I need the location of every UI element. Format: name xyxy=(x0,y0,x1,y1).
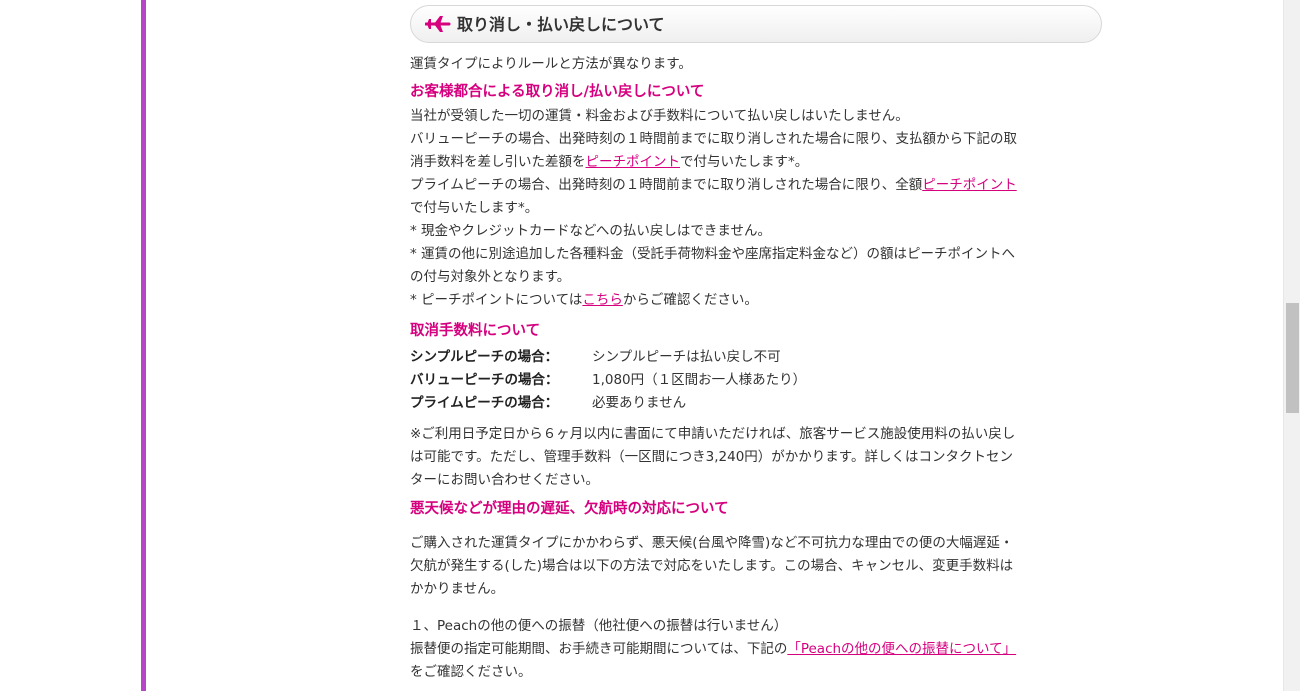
section-header: 取り消し・払い戻しについて xyxy=(410,5,1102,43)
main-content: 取り消し・払い戻しについて 運賃タイプによりルールと方法が異なります。 お客様都… xyxy=(410,0,1102,684)
fee-value: 必要ありません xyxy=(592,395,687,411)
fee-table: シンプルピーチの場合： シンプルピーチは払い戻し不可 バリューピーチの場合： 1… xyxy=(410,346,1102,415)
value-peach-text: 消手数料を差し引いた差額を xyxy=(410,154,586,170)
fee-label: バリューピーチの場合： xyxy=(410,372,559,388)
weather-para-line-3: かかりません。 xyxy=(410,581,505,597)
scrollbar-thumb[interactable] xyxy=(1286,303,1299,413)
rebooking-info-link[interactable]: 「Peachの他の便への振替について」 xyxy=(787,641,1016,657)
note-peach-point-suffix: からご確認ください。 xyxy=(622,292,758,308)
fee-value: シンプルピーチは払い戻し不可 xyxy=(592,349,781,365)
fees-heading: 取消手数料について xyxy=(410,323,541,339)
note-extra-fees-1: * 運賃の他に別途追加した各種料金（受託手荷物料金や座席指定料金など）の額はピー… xyxy=(410,246,1016,262)
weather-para-line-1: ご購入された運賃タイプにかかわらず、悪天候(台風や降雪)など不可抗力な理由での便… xyxy=(410,535,1014,551)
peach-point-info-link[interactable]: こちら xyxy=(582,292,623,308)
fee-label: プライムピーチの場合： xyxy=(410,395,559,411)
customer-cancel-heading: お客様都合による取り消し/払い戻しについて xyxy=(410,84,705,100)
weather-para-line-2: 欠航が発生する(した)場合は以下の方法で対応をいたします。この場合、キャンセル、… xyxy=(410,558,1014,574)
fee-label: シンプルピーチの場合： xyxy=(410,349,559,365)
prime-peach-text: プライムピーチの場合、出発時刻の１時間前までに取り消しされた場合に限り、全額 xyxy=(410,177,923,193)
fee-row: シンプルピーチの場合： シンプルピーチは払い戻し不可 xyxy=(410,346,1102,369)
rebooking-desc-text: 振替便の指定可能期間、お手続き可能期間については、下記の xyxy=(410,641,788,657)
fee-note-line-1: ※ご利用日予定日から６ヶ月以内に書面にて申請いただければ、旅客サービス施設使用料… xyxy=(410,426,1016,442)
fee-row: プライムピーチの場合： 必要ありません xyxy=(410,392,1102,415)
fee-value: 1,080円（１区間お一人様あたり） xyxy=(592,372,807,388)
left-accent-bar xyxy=(141,0,146,691)
fee-note-line-3: ターにお問い合わせください。 xyxy=(410,472,599,488)
plane-icon xyxy=(425,16,451,32)
rebooking-desc-line-1: 振替便の指定可能期間、お手続き可能期間については、下記の「Peachの他の便への… xyxy=(410,638,1102,661)
peach-point-link[interactable]: ピーチポイント xyxy=(586,154,681,170)
prime-peach-line-2: で付与いたします*。 xyxy=(410,200,539,216)
value-peach-suffix: で付与いたします*。 xyxy=(680,154,809,170)
value-peach-line-2: 消手数料を差し引いた差額をピーチポイントで付与いたします*。 xyxy=(410,151,1102,174)
no-refund-text: 当社が受領した一切の運賃・料金および手数料について払い戻しはいたしません。 xyxy=(410,108,909,124)
value-peach-line-1: バリューピーチの場合、出発時刻の１時間前までに取り消しされた場合に限り、支払額か… xyxy=(410,131,1017,147)
fee-row: バリューピーチの場合： 1,080円（１区間お一人様あたり） xyxy=(410,369,1102,392)
peach-point-link-2[interactable]: ピーチポイント xyxy=(922,177,1017,193)
weather-heading: 悪天候などが理由の遅延、欠航時の対応について xyxy=(410,501,729,517)
note-cash: * 現金やクレジットカードなどへの払い戻しはできません。 xyxy=(410,223,771,239)
note-peach-point: * ピーチポイントについてはこちらからご確認ください。 xyxy=(410,289,1102,312)
prime-peach-line-1: プライムピーチの場合、出発時刻の１時間前までに取り消しされた場合に限り、全額ピー… xyxy=(410,174,1102,197)
rebooking-desc-line-2: をご確認ください。 xyxy=(410,664,532,680)
note-extra-fees-2: の付与対象外となります。 xyxy=(410,269,571,285)
intro-text: 運賃タイプによりルールと方法が異なります。 xyxy=(410,56,692,72)
section-title: 取り消し・払い戻しについて xyxy=(457,14,665,34)
note-peach-point-text: * ピーチポイントについては xyxy=(410,292,583,308)
page-scrollbar[interactable] xyxy=(1283,0,1300,691)
rebooking-item: １、Peachの他の便への振替（他社便への振替は行いません） xyxy=(410,618,788,634)
fee-note-line-2: は可能です。ただし、管理手数料（一区間につき3,240円）がかかります。詳しくは… xyxy=(410,449,1013,465)
